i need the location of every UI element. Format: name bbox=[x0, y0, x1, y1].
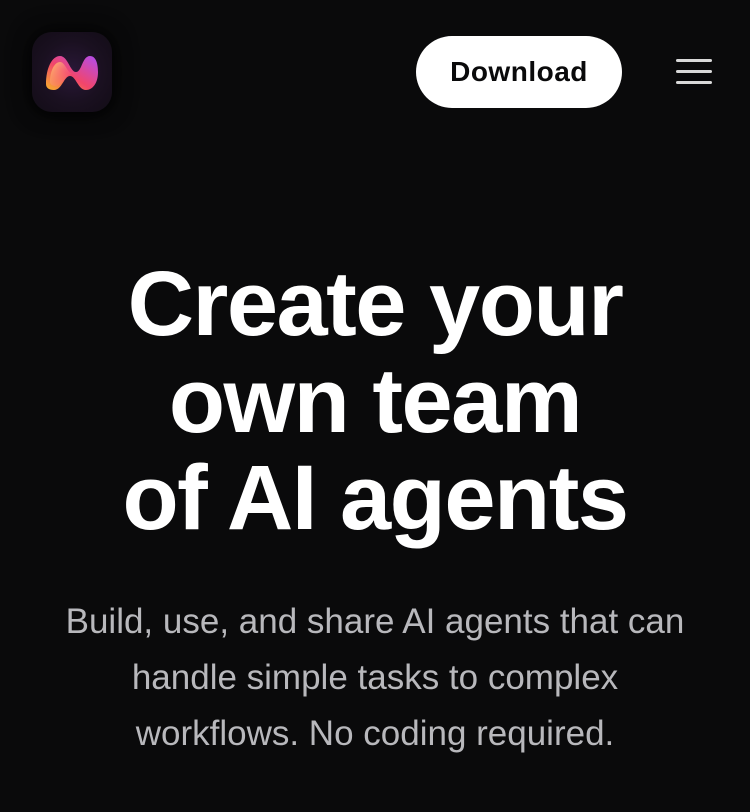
hero-subtitle-line: Build, use, and share AI agents that can bbox=[65, 602, 685, 641]
menu-button[interactable] bbox=[672, 54, 716, 90]
download-button[interactable]: Download bbox=[416, 36, 622, 108]
hero-title-line: Create your bbox=[127, 253, 624, 355]
app-logo[interactable] bbox=[32, 32, 112, 112]
hero-title-line: own team bbox=[168, 350, 583, 452]
gradient-wave-logo-icon bbox=[46, 56, 98, 90]
hero-subtitle-line: handle simple tasks to complex bbox=[131, 658, 619, 697]
hero-title: Create your own team of AI agents bbox=[0, 256, 750, 547]
site-header: Download bbox=[0, 0, 750, 145]
hero-subtitle: Build, use, and share AI agents that can… bbox=[40, 594, 710, 762]
hero-subtitle-line: workflows. No coding required. bbox=[135, 714, 615, 753]
hero-title-line: of AI agents bbox=[122, 447, 629, 549]
